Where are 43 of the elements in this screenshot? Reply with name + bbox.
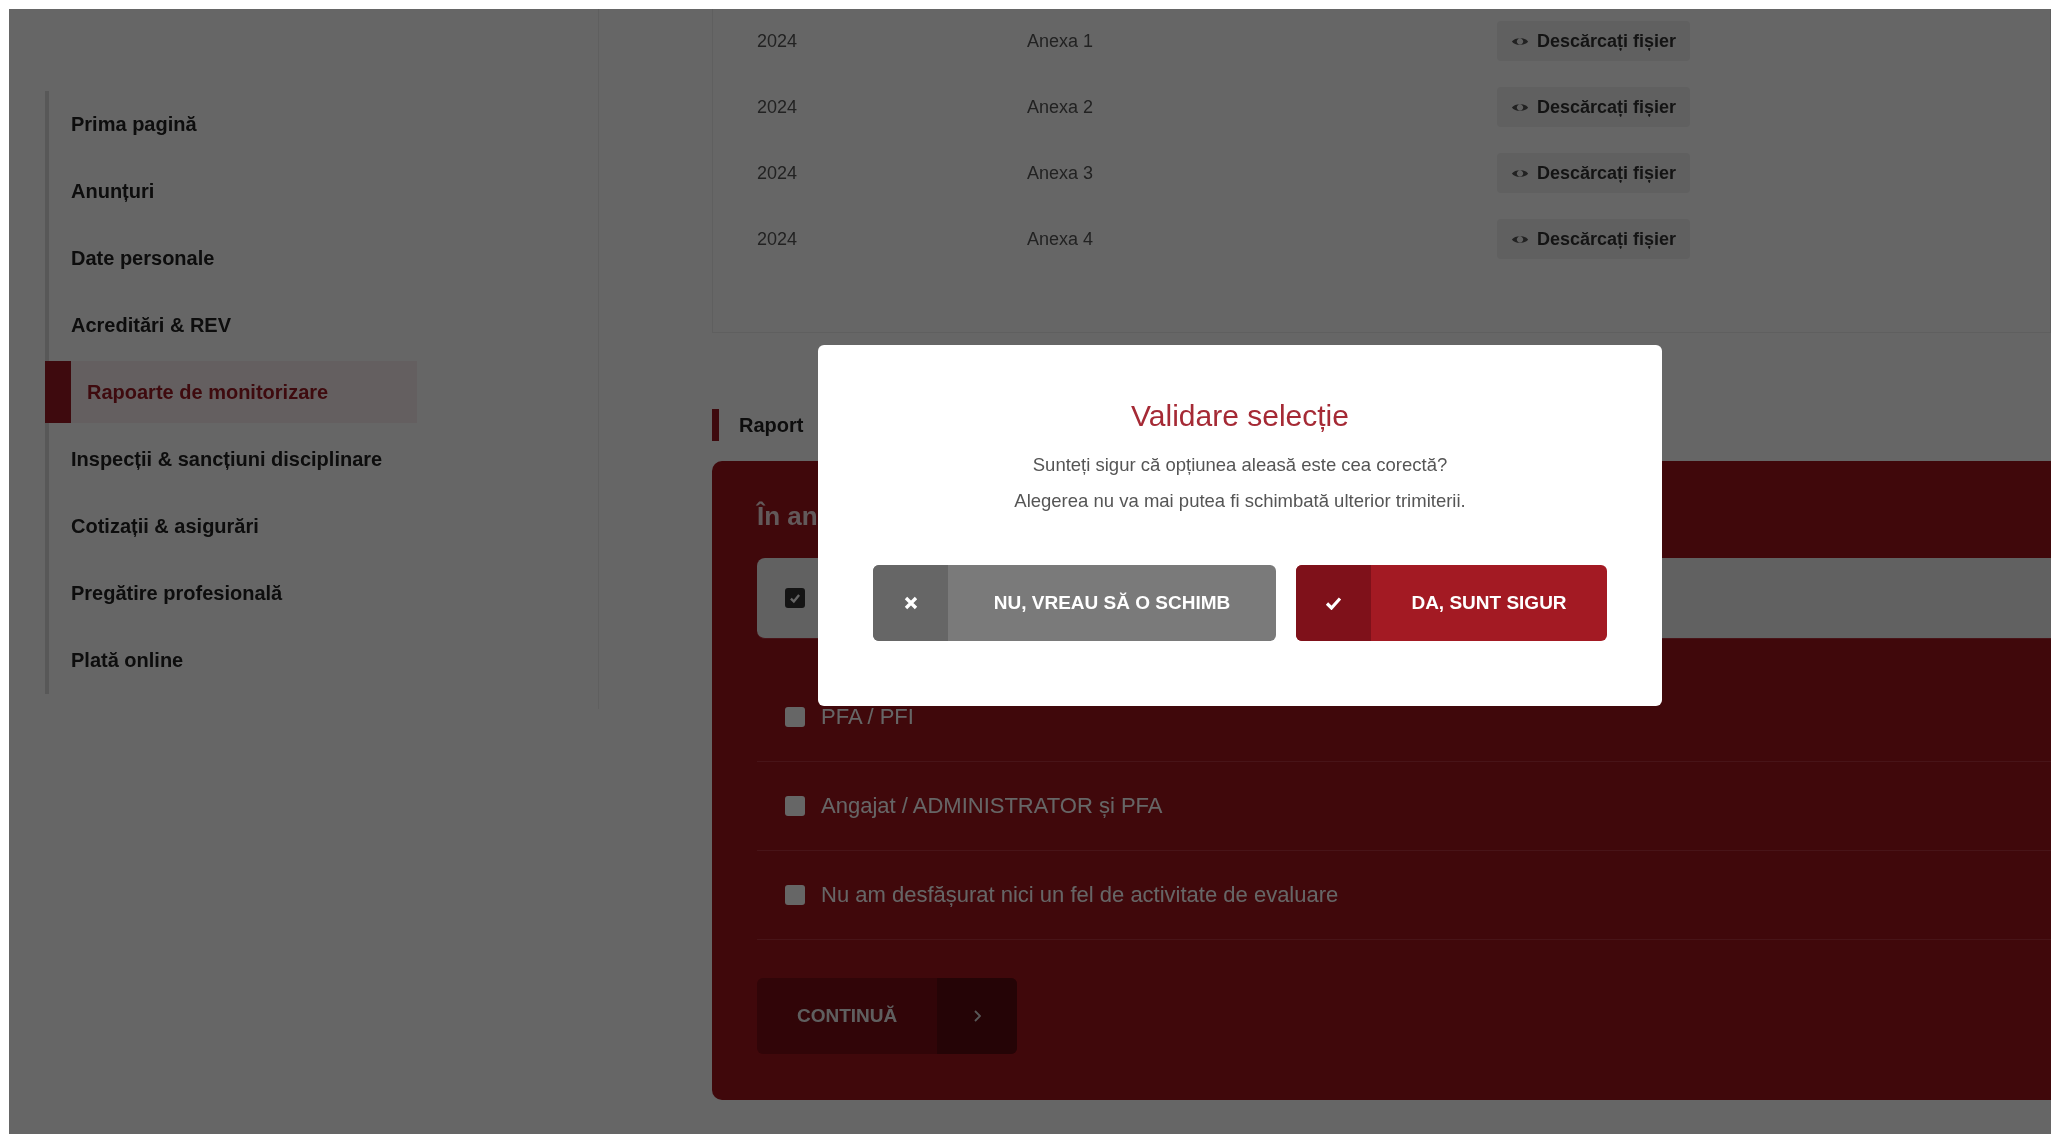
dialog-message: Sunteți sigur că opțiunea aleasă este cea corectă?	[1032, 453, 1448, 477]
sidebar-item[interactable]: Anunțuri	[49, 158, 598, 225]
table-cell-text: 2024	[757, 30, 799, 52]
sidebar-item[interactable]: Inspecții & sancțiuni disciplinare	[49, 426, 598, 493]
eye-icon	[1511, 35, 1529, 47]
download-button[interactable]: Descărcați fișier	[1497, 87, 1691, 127]
download-button[interactable]: Descărcați fișier	[1497, 219, 1691, 259]
option-label: PFA / PFI	[821, 704, 914, 730]
table-cell-text: Anexa 3	[1027, 162, 1095, 184]
close-icon	[903, 596, 918, 610]
sidebar-item[interactable]: Prima pagină	[49, 91, 598, 158]
confirm-button[interactable]: DA, SUNT SIGUR	[1296, 565, 1607, 641]
table-cell-text: Anexa 1	[1027, 30, 1095, 52]
checkmark-icon	[1325, 596, 1342, 610]
sidebar-item[interactable]: Plată online	[49, 627, 598, 694]
question-text: În an	[757, 501, 818, 532]
eye-icon	[1511, 167, 1529, 179]
checkbox[interactable]	[785, 885, 805, 905]
eye-icon	[1511, 233, 1529, 245]
sidebar-item[interactable]: Acreditări & REV	[49, 292, 598, 359]
download-button[interactable]: Descărcați fișier	[1497, 21, 1691, 61]
table-cell-text: 2024	[757, 228, 799, 250]
table-cell-text: 2024	[757, 96, 799, 118]
cancel-button[interactable]: NU, VREAU SĂ O SCHIMB	[873, 565, 1276, 641]
chevron-icon	[973, 1010, 982, 1022]
sidebar-item[interactable]: Rapoarte de monitorizare	[45, 361, 417, 423]
option-label: Angajat / ADMINISTRATOR și PFA	[821, 793, 1163, 819]
section-heading: Raport	[712, 409, 804, 441]
dialog-message: Alegerea nu va mai putea fi schimbată ulterior trimiterii.	[1014, 489, 1466, 513]
table-cell-text: Anexa 2	[1027, 96, 1095, 118]
sidebar-item[interactable]: Date personale	[49, 225, 598, 292]
checkbox[interactable]	[785, 796, 805, 816]
checkbox[interactable]	[785, 707, 805, 727]
download-button[interactable]: Descărcați fișier	[1497, 153, 1691, 193]
option-label: Nu am desfășurat nici un fel de activitate de evaluare	[821, 882, 1339, 908]
eye-icon	[1511, 101, 1529, 113]
continue-button[interactable]: CONTINUĂ	[757, 978, 1018, 1054]
dialog-title: Validare selecție	[1131, 399, 1349, 433]
sidebar-item[interactable]: Cotizații & asigurări	[49, 493, 598, 560]
table-cell-text: 2024	[757, 162, 799, 184]
table-cell-text: Anexa 4	[1027, 228, 1095, 250]
checkbox[interactable]	[785, 588, 805, 608]
sidebar-item[interactable]: Pregătire profesională	[49, 560, 598, 627]
